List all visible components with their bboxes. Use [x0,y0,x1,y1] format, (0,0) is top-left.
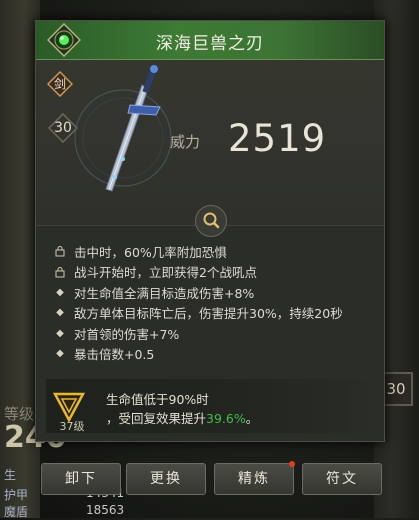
unequip-button[interactable]: 卸下 [41,463,121,495]
effect-text: 暴击倍数+0.5 [74,347,155,363]
bg-stat-label: 魔盾 [4,505,29,519]
list-item: 击中时，60%几率附加恐惧 [52,241,382,262]
lock-icon [52,266,68,278]
bonus-text-suffix: 。 [245,411,259,426]
bonus-value: 39.6% [206,411,246,426]
effect-text: 击中时，60%几率附加恐惧 [74,244,227,260]
diamond-bullet-icon: ◆ [56,327,64,339]
title-bar: 深海巨兽之刃 [36,21,384,60]
list-item: 战斗开始时，立即获得2个战吼点 [52,262,382,283]
diamond-bullet-icon: ◆ [56,286,64,298]
refine-button[interactable]: 精炼 [214,463,294,495]
list-item: ◆ 对首领的伤害+7% [52,323,382,344]
notification-dot [289,461,295,467]
effect-text: 战斗开始时，立即获得2个战吼点 [74,265,257,281]
bonus-level-label: 37级 [59,420,85,433]
lock-icon [52,245,68,257]
magnifier-icon [203,212,220,229]
power-label: 威力 [170,133,201,151]
bonus-text-prefix: ，受回复效果提升 [106,411,207,426]
bg-stat-label: 生 [4,468,17,482]
item-name: 深海巨兽之刃 [156,34,264,54]
bg-stat-row: 护甲14341 [4,486,124,503]
effect-text: 对首领的伤害+7% [74,326,180,342]
list-item: ◆ 暴击倍数+0.5 [52,344,382,365]
power-value: 2519 [228,117,327,160]
effect-text: 敌方单体目标阵亡后，伤害提升30%，持续20秒 [74,306,343,322]
bonus-text-line1: 生命值低于90%时 [106,392,209,407]
diamond-bullet-icon: ◆ [56,307,64,319]
bonus-text-line2: ，受回复效果提升39.6%。 [106,408,258,427]
effects-list: 击中时，60%几率附加恐惧 战斗开始时，立即获得2个战吼点 ◆ 对生命值全满目标… [52,241,382,364]
bg-stat-row: 魔盾 18563 [4,503,124,520]
item-tooltip-panel: 深海巨兽之刃 剑 30 威力 2519 击中时，60%几率附加恐惧 战斗开始时，… [35,20,385,442]
bg-stat-value: 18563 [86,503,125,517]
list-item: ◆ 敌方单体目标阵亡后，伤害提升30%，持续20秒 [52,303,382,324]
bg-stat-label: 护甲 [4,488,29,502]
replace-button[interactable]: 更换 [126,463,206,495]
inspect-button[interactable] [195,205,227,237]
rune-button[interactable]: 符文 [302,463,382,495]
effect-text: 对生命值全满目标造成伤害+8% [74,285,255,301]
bg-stat-row: 生 [4,466,16,483]
diamond-bullet-icon: ◆ [56,348,64,360]
list-item: ◆ 对生命值全满目标造成伤害+8% [52,282,382,303]
